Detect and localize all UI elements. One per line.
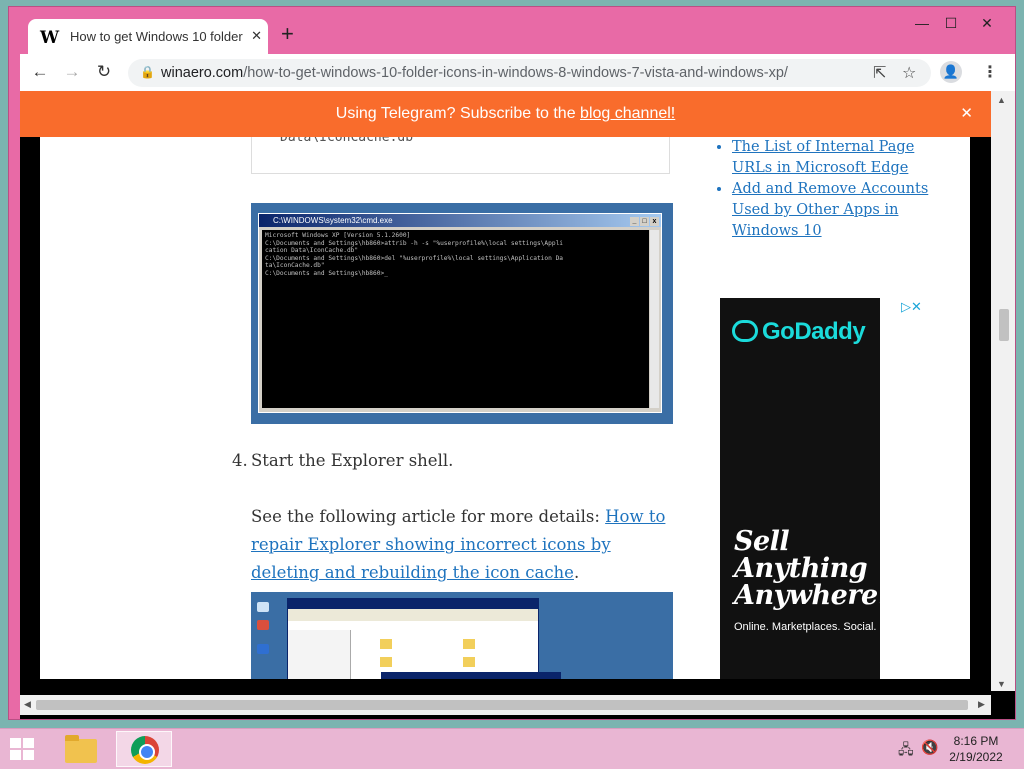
adchoices-icon[interactable]: ▷✕ (901, 299, 922, 315)
folder-icon (65, 735, 97, 763)
desktop-icon (257, 620, 269, 630)
related-link-edge-urls[interactable]: The List of Internal Page URLs in Micros… (732, 139, 914, 176)
vertical-scrollbar[interactable]: ▲ ▼ (991, 91, 1015, 691)
scroll-right-arrow-icon[interactable]: ▶ (978, 699, 985, 710)
chrome-taskbar-button[interactable] (116, 731, 172, 767)
cmd-window-thumb (381, 672, 561, 679)
vertical-scroll-thumb[interactable] (999, 309, 1009, 341)
winaero-favicon-icon: W (40, 28, 60, 48)
taskbar: 🖧 🔇 8:16 PM 2/19/2022 (0, 728, 1024, 769)
see-also-text: See the following article for more detai… (251, 507, 606, 526)
see-also-end: . (573, 563, 580, 582)
minimize-button[interactable]: — (907, 13, 937, 33)
step-text: Start the Explorer shell. (251, 451, 454, 470)
back-button[interactable]: ← (29, 62, 51, 82)
ad-headline-line: Anywhere. (734, 580, 880, 611)
page-content: Data\IconCache.db C:\WINDOWS\system32\cm… (40, 137, 970, 679)
explorer-screenshot-image (251, 592, 673, 679)
ad-headline-line: Anything (734, 553, 868, 584)
browser-menu-icon[interactable]: ⋮ (982, 62, 998, 82)
scroll-left-arrow-icon[interactable]: ◀ (24, 699, 31, 710)
url-path: /how-to-get-windows-10-folder-icons-in-w… (243, 65, 788, 81)
see-also-paragraph: See the following article for more detai… (251, 503, 671, 587)
browser-toolbar: ← → ↻ 🔒 winaero.com/how-to-get-windows-1… (20, 54, 1015, 91)
url-text[interactable]: winaero.com/how-to-get-windows-10-folder… (161, 65, 788, 81)
list-item: The List of Internal Page URLs in Micros… (732, 137, 944, 179)
cmd-line: C:\Documents and Settings\hb860>_ (265, 269, 388, 277)
cmd-line: cation Data\IconCache.db" (265, 247, 359, 254)
related-links: The List of Internal Page URLs in Micros… (714, 137, 944, 242)
forward-button[interactable]: → (61, 62, 83, 82)
cmd-line: Microsoft Windows XP [Version 5.1.2600] (265, 232, 411, 239)
code-text: Data\IconCache.db (280, 137, 414, 145)
cmd-line: C:\Documents and Settings\hb860>del "%us… (265, 254, 564, 262)
url-domain: winaero.com (161, 65, 244, 81)
chrome-icon (131, 736, 159, 764)
cmd-line: ta\IconCache.db" (265, 262, 325, 269)
ad-subtext: Online. Marketplaces. Social. (734, 621, 877, 633)
cmd-screenshot-image: C:\WINDOWS\system32\cmd.exe _ □ x Microsof… (251, 203, 673, 424)
cmd-title: C:\WINDOWS\system32\cmd.exe (273, 216, 393, 225)
cmd-output: Microsoft Windows XP [Version 5.1.2600] … (262, 230, 649, 408)
tab-close-icon[interactable]: ✕ (251, 28, 262, 44)
system-clock[interactable]: 8:16 PM 2/19/2022 (946, 733, 1006, 765)
profile-avatar-icon[interactable]: 👤 (940, 61, 962, 83)
share-icon[interactable]: ⇱ (873, 63, 886, 83)
banner-link[interactable]: blog channel! (580, 105, 675, 122)
banner-text: Using Telegram? Subscribe to the (335, 105, 581, 122)
network-icon[interactable]: 🖧 (898, 739, 914, 763)
explorer-window (287, 598, 539, 679)
reload-button[interactable]: ↻ (93, 62, 115, 82)
cmd-title-bar: C:\WINDOWS\system32\cmd.exe _ □ x (259, 214, 661, 227)
maximize-button[interactable]: ☐ (936, 13, 966, 33)
windows-start-icon[interactable] (10, 738, 34, 760)
telegram-banner: Using Telegram? Subscribe to the blog ch… (20, 91, 991, 137)
desktop-icon (257, 602, 269, 612)
ad-headline: Sell Anything Anywhere. (734, 528, 880, 609)
window-close-button[interactable]: ✕ (972, 13, 1002, 33)
horizontal-scrollbar[interactable]: ◀ ▶ (20, 695, 991, 715)
ad-headline-line: Sell (734, 526, 790, 557)
cmd-scrollbar (650, 230, 659, 408)
volume-muted-icon[interactable]: 🔇 (921, 739, 938, 756)
cmd-window-buttons: _ □ x (629, 215, 659, 228)
cmd-line: C:\Documents and Settings\hb860>attrib -… (265, 239, 564, 247)
browser-window: — ☐ ✕ W How to get Windows 10 folder ic … (8, 6, 1016, 720)
bookmark-star-icon[interactable]: ☆ (902, 63, 916, 83)
scroll-down-arrow-icon[interactable]: ▼ (997, 679, 1006, 689)
browser-tab[interactable]: W How to get Windows 10 folder ic ✕ (28, 19, 268, 55)
lock-icon[interactable]: 🔒 (140, 65, 155, 79)
godaddy-logo: GoDaddy (732, 318, 866, 346)
address-bar[interactable]: 🔒 winaero.com/how-to-get-windows-10-fold… (128, 59, 931, 87)
horizontal-scroll-thumb[interactable] (36, 700, 968, 710)
scroll-up-arrow-icon[interactable]: ▲ (997, 95, 1006, 105)
clock-date: 2/19/2022 (949, 750, 1003, 764)
ad-brand: GoDaddy (762, 318, 866, 345)
godaddy-logo-icon (732, 320, 758, 342)
file-explorer-taskbar-button[interactable] (56, 731, 106, 767)
list-item: Add and Remove Accounts Used by Other Ap… (732, 179, 944, 242)
related-link-accounts[interactable]: Add and Remove Accounts Used by Other Ap… (732, 181, 928, 239)
desktop-icon (257, 644, 269, 654)
new-tab-button[interactable]: + (281, 23, 294, 45)
tab-title: How to get Windows 10 folder ic (70, 29, 245, 44)
clock-time: 8:16 PM (953, 734, 999, 748)
cmd-window: C:\WINDOWS\system32\cmd.exe _ □ x Microsof… (258, 213, 662, 413)
code-block: Data\IconCache.db (251, 137, 670, 174)
step-number: 4. (232, 451, 248, 470)
page-viewport: Using Telegram? Subscribe to the blog ch… (20, 91, 1015, 719)
banner-close-icon[interactable]: ✕ (960, 91, 973, 137)
godaddy-ad[interactable]: GoDaddy Sell Anything Anywhere. Online. … (720, 298, 880, 679)
